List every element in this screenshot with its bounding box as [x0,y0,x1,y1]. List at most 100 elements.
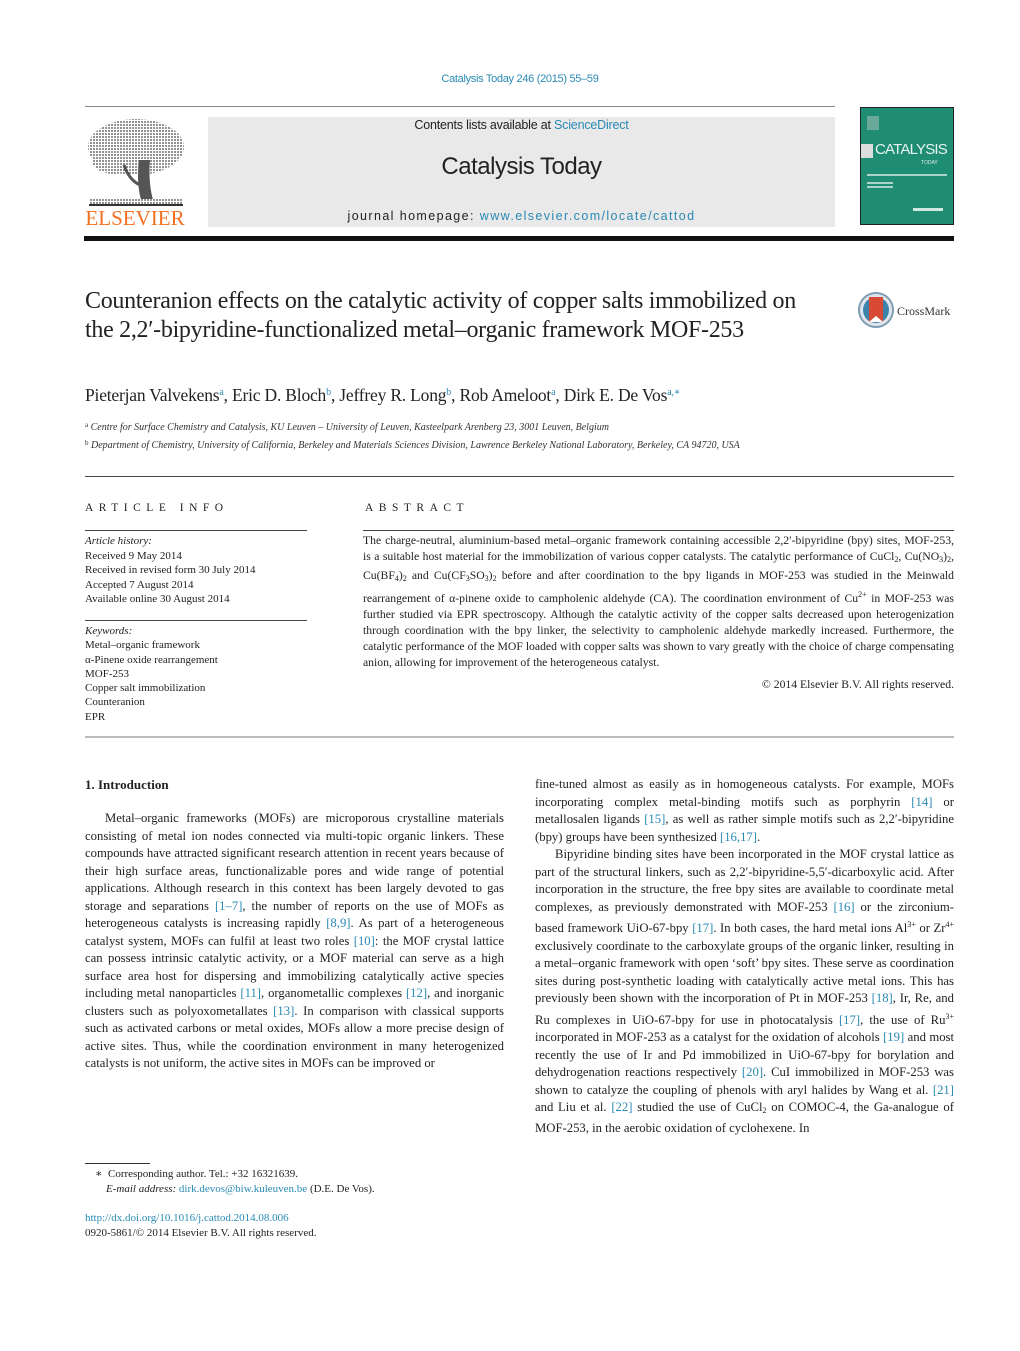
citation-link[interactable]: [21] [933,1083,954,1097]
divider [85,736,954,738]
superscript: 4+ [945,920,954,929]
author[interactable]: Rob Ameloot [459,385,551,405]
sciencedirect-link[interactable]: ScienceDirect [554,118,629,132]
citation-link[interactable]: [11] [240,986,261,1000]
affiliation-mark[interactable]: a [219,387,223,398]
history-item: Received 9 May 2014 [85,549,182,562]
cover-title: CATALYSIS [875,141,948,158]
citation-link[interactable]: [17] [839,1013,860,1027]
author[interactable]: Dirk E. De Vos [564,385,668,405]
author[interactable]: Pieterjan Valvekens [85,385,220,405]
affiliation-mark: b [85,438,89,447]
citation-link[interactable]: [14] [911,795,932,809]
body-text: studied the use of CuCl [632,1100,763,1114]
body-text: fine-tuned almost as easily as in homoge… [535,777,954,809]
doi-block: http://dx.doi.org/10.1016/j.cattod.2014.… [85,1211,505,1241]
history-item: Received in revised form 30 July 2014 [85,564,256,576]
journal-reference[interactable]: Catalysis Today 246 (2015) 55–59 [0,73,1020,85]
elsevier-wordmark: ELSEVIER [85,206,184,227]
intro-paragraph-2: Bipyridine binding sites have been incor… [535,846,954,1137]
author[interactable]: Jeffrey R. Long [339,385,446,405]
citation-link[interactable]: [13] [273,1004,294,1018]
affiliation-mark[interactable]: a,∗ [667,387,680,398]
abstract-span: The charge-neutral, aluminium-based meta… [363,534,954,563]
footnote-rule [85,1163,150,1164]
abstract-heading: ABSTRACT [365,502,470,514]
divider [85,620,307,621]
body-text: incorporated in MOF-253 as a catalyst fo… [535,1030,884,1044]
citation-link[interactable]: [19] [883,1030,904,1044]
citation-link[interactable]: [15] [644,812,665,826]
affiliation: a Centre for Surface Chemistry and Catal… [85,418,865,436]
body-text: . In both cases, the hard metal ions Al [713,921,908,935]
crossmark-icon [858,292,894,328]
cover-publisher-mark [867,116,879,130]
divider [85,476,954,477]
doi-link[interactable]: http://dx.doi.org/10.1016/j.cattod.2014.… [85,1212,289,1224]
history-label: Article history: [85,535,152,547]
homepage-line: journal homepage: www.elsevier.com/locat… [208,209,835,223]
footnote: ∗ Corresponding author. Tel.: +32 163216… [95,1167,515,1196]
keywords-label: Keywords: [85,625,133,637]
abstract-text: The charge-neutral, aluminium-based meta… [363,533,954,671]
superscript: 3+ [945,1011,954,1021]
divider [85,530,307,531]
abstract-span: and Cu(CF [406,569,466,582]
affiliations: a Centre for Surface Chemistry and Catal… [85,418,865,453]
abstract-span: SO [469,569,485,582]
keyword: α-Pinene oxide rearrangement [85,653,218,666]
cover-ci-block [861,144,873,158]
citation-link[interactable]: [17] [692,921,713,935]
citation-link[interactable]: [10] [354,934,375,948]
citation-link[interactable]: [1–7] [215,899,242,913]
homepage-prefix: journal homepage: [347,209,480,223]
email-label: E-mail address: [106,1182,179,1195]
crossmark-button[interactable]: CrossMark [858,290,958,330]
citation-link[interactable]: [22] [611,1100,632,1114]
citation-link[interactable]: [12] [406,986,427,1000]
affiliation: b Department of Chemistry, University of… [85,436,865,454]
corresponding-author-note: ∗ Corresponding author. Tel.: +32 163216… [95,1167,515,1182]
cover-line [867,182,893,184]
citation-link[interactable]: [16,17] [720,830,757,844]
citation-link[interactable]: [16] [833,900,854,914]
affiliation-text: Centre for Surface Chemistry and Catalys… [90,422,609,433]
affiliation-mark[interactable]: b [326,387,331,398]
corresponding-text: Corresponding author. Tel.: +32 16321639… [107,1168,299,1180]
keyword: Copper salt immobilization [85,682,206,695]
affiliation-mark[interactable]: a [551,387,555,398]
divider [363,530,954,531]
author[interactable]: Eric D. Bloch [232,385,326,405]
header-thick-rule [84,236,954,241]
tree-icon: ELSEVIER [85,119,185,230]
contents-line: Contents lists available at ScienceDirec… [208,118,835,132]
footnote-mark: ∗ [95,1168,103,1180]
intro-paragraph-1: Metal–organic frameworks (MOFs) are micr… [85,810,504,1073]
journal-banner: Contents lists available at ScienceDirec… [208,117,835,227]
crossmark-label: CrossMark [897,304,950,318]
body-text: and Liu et al. [535,1100,612,1114]
journal-cover[interactable]: CATALYSIS TODAY [860,107,954,225]
header-rule [85,106,835,107]
affiliation-mark[interactable]: b [446,387,451,398]
issn-copyright: 0920-5861/© 2014 Elsevier B.V. All right… [85,1227,317,1239]
cover-line [867,186,893,188]
keyword: EPR [85,710,106,723]
email-link[interactable]: dirk.devos@biw.kuleuven.be [179,1183,307,1195]
elsevier-logo[interactable]: ELSEVIER [84,115,186,230]
abstract-span: , Cu(NO [898,550,940,563]
citation-link[interactable]: [18] [872,991,893,1005]
citation-link[interactable]: [20] [742,1065,763,1079]
homepage-link[interactable]: www.elsevier.com/locate/cattod [480,209,696,223]
body-text: or Zr [915,921,946,935]
keyword: Metal–organic framework [85,639,200,652]
cover-subtitle: TODAY [921,160,938,166]
superscript: 3+ [907,920,916,929]
article-info-heading: ARTICLE INFO [85,502,229,514]
body-text: , the use of Ru [860,1012,946,1027]
cover-line [913,208,943,211]
citation-link[interactable]: [8,9] [326,916,350,930]
section-heading: 1. Introduction [85,777,169,792]
journal-title: Catalysis Today [441,153,602,180]
abstract-copyright: © 2014 Elsevier B.V. All rights reserved… [761,678,954,691]
